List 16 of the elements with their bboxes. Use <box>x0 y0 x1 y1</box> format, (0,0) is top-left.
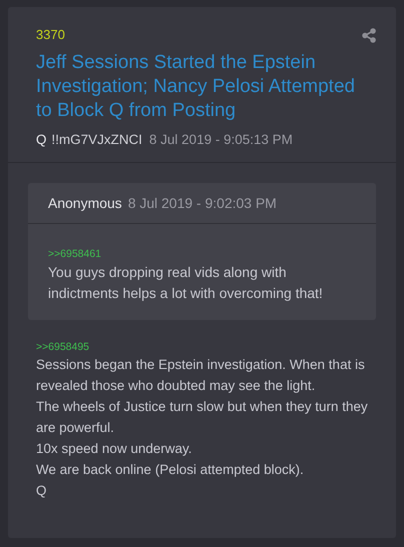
post-title: Jeff Sessions Started the Epstein Investigation; Nancy Pelosi Attempted to Block Q from Posting <box>36 51 356 123</box>
share-icon[interactable] <box>362 28 376 42</box>
post-number[interactable]: 3370 <box>36 27 65 43</box>
post-text: Sessions began the Epstein investigation. When that is revealed those who doubted may see the light. <box>36 356 366 395</box>
post-text: 10x speed now underway. <box>36 440 193 458</box>
tripcode: !!mG7VJxZNCI <box>52 132 142 147</box>
post-timestamp: 8 Jul 2019 - 9:05:13 PM <box>149 132 293 147</box>
reply-link[interactable]: >>6958461 <box>48 246 356 262</box>
quote-text: You guys dropping real vids along with indictments helps a lot with overcoming that! <box>48 263 324 303</box>
author-name: Q <box>36 132 47 147</box>
post-text: The wheels of Justice turn slow but when they turn they are powerful. <box>36 398 369 437</box>
author-name: Anonymous <box>48 195 122 211</box>
post-text: We are back online (Pelosi attempted block). <box>36 461 305 479</box>
reply-link[interactable]: >>6958495 <box>36 340 376 354</box>
post-text: Q <box>36 482 48 500</box>
post-timestamp: 8 Jul 2019 - 9:02:03 PM <box>128 195 277 211</box>
